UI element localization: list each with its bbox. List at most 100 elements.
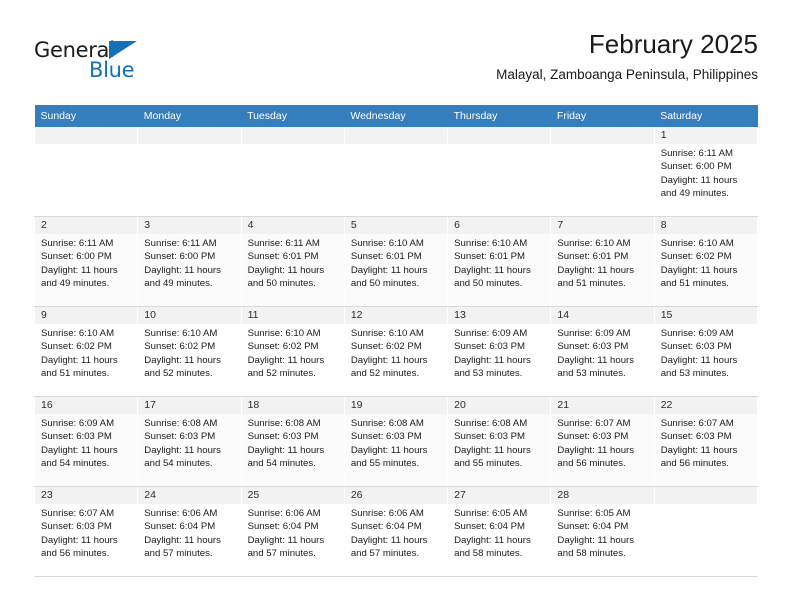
day-number: 7 bbox=[551, 217, 654, 234]
day-cell-inner bbox=[35, 127, 138, 216]
calendar-day-cell[interactable]: 1 Sunrise: 6:11 AM Sunset: 6:00 PM Daylight… bbox=[653, 127, 759, 217]
calendar-day-cell[interactable]: 10 Sunrise: 6:10 AM Sunset: 6:02 PM Dayligh… bbox=[137, 306, 242, 397]
day-details: Sunrise: 6:06 AM Sunset: 6:04 PM Daylight:… bbox=[138, 504, 240, 561]
calendar-day-cell[interactable]: 21 Sunrise: 6:07 AM Sunset: 6:03 PM Dayligh… bbox=[550, 396, 655, 487]
daylight-text-line1: Daylight: 11 hours bbox=[350, 534, 428, 546]
sunrise-text: Sunrise: 6:11 AM bbox=[247, 238, 320, 249]
day-details: Sunrise: 6:10 AM Sunset: 6:02 PM Daylight:… bbox=[35, 324, 137, 381]
calendar-day-cell[interactable]: 3 Sunrise: 6:11 AM Sunset: 6:00 PM Daylight… bbox=[137, 216, 242, 307]
day-number: 1 bbox=[654, 127, 757, 144]
day-details: Sunrise: 6:11 AM Sunset: 6:00 PM Daylight:… bbox=[138, 234, 240, 291]
day-cell-inner: 23 Sunrise: 6:07 AM Sunset: 6:03 PM Dayligh… bbox=[35, 487, 138, 576]
daylight-text-line2: and 53 minutes. bbox=[660, 368, 729, 380]
day-details: Sunrise: 6:06 AM Sunset: 6:04 PM Daylight:… bbox=[345, 504, 447, 561]
sunset-text: Sunset: 6:00 PM bbox=[144, 251, 216, 263]
daylight-text-line2: and 51 minutes. bbox=[660, 278, 729, 290]
day-number: 28 bbox=[551, 487, 654, 504]
day-cell-inner: 26 Sunrise: 6:06 AM Sunset: 6:04 PM Dayligh… bbox=[344, 487, 448, 576]
calendar-day-cell-empty bbox=[343, 127, 449, 217]
calendar-day-cell[interactable]: 11 Sunrise: 6:10 AM Sunset: 6:02 PM Dayligh… bbox=[240, 306, 345, 397]
day-cell-inner: 3 Sunrise: 6:11 AM Sunset: 6:00 PM Daylight… bbox=[138, 217, 241, 306]
calendar-body: 1 Sunrise: 6:11 AM Sunset: 6:00 PM Daylight… bbox=[33, 127, 759, 577]
calendar-day-cell[interactable]: 6 Sunrise: 6:10 AM Sunset: 6:01 PM Daylight… bbox=[447, 216, 552, 307]
sunset-text: Sunset: 6:01 PM bbox=[350, 251, 422, 263]
daylight-text-line1: Daylight: 11 hours bbox=[350, 264, 428, 276]
day-details: Sunrise: 6:09 AM Sunset: 6:03 PM Daylight:… bbox=[551, 324, 653, 381]
daylight-text-line2: and 52 minutes. bbox=[247, 368, 316, 380]
day-number: 20 bbox=[448, 397, 551, 414]
calendar-day-cell[interactable]: 25 Sunrise: 6:06 AM Sunset: 6:04 PM Dayligh… bbox=[240, 486, 345, 577]
sunrise-text: Sunrise: 6:10 AM bbox=[350, 328, 424, 339]
day-cell-inner: 9 Sunrise: 6:10 AM Sunset: 6:02 PM Daylight… bbox=[35, 307, 138, 396]
calendar-day-cell[interactable]: 15 Sunrise: 6:09 AM Sunset: 6:03 PM Dayligh… bbox=[653, 306, 759, 397]
day-cell-inner: 5 Sunrise: 6:10 AM Sunset: 6:01 PM Daylight… bbox=[344, 217, 448, 306]
calendar-table: Sunday Monday Tuesday Wednesday Thursday… bbox=[33, 105, 759, 577]
calendar-day-cell[interactable]: 18 Sunrise: 6:08 AM Sunset: 6:03 PM Dayligh… bbox=[240, 396, 345, 487]
day-cell-inner: 6 Sunrise: 6:10 AM Sunset: 6:01 PM Daylight… bbox=[448, 217, 551, 306]
daylight-text-line1: Daylight: 11 hours bbox=[557, 264, 635, 276]
title-block: February 2025 Malayal, Zamboanga Peninsu… bbox=[496, 28, 758, 86]
sunset-text: Sunset: 6:03 PM bbox=[454, 431, 526, 443]
weekday-header-sunday: Sunday bbox=[34, 105, 138, 127]
sunset-text: Sunset: 6:01 PM bbox=[247, 251, 319, 263]
weekday-header-monday: Monday bbox=[137, 105, 242, 127]
day-details: Sunrise: 6:06 AM Sunset: 6:04 PM Daylight:… bbox=[242, 504, 344, 561]
sunset-text: Sunset: 6:04 PM bbox=[454, 521, 526, 533]
day-number bbox=[654, 487, 757, 504]
sunrise-text: Sunrise: 6:10 AM bbox=[454, 238, 528, 249]
calendar-day-cell[interactable]: 22 Sunrise: 6:07 AM Sunset: 6:03 PM Dayligh… bbox=[653, 396, 759, 487]
day-number: 14 bbox=[551, 307, 654, 324]
day-cell-inner: 20 Sunrise: 6:08 AM Sunset: 6:03 PM Dayligh… bbox=[448, 397, 551, 486]
sunset-text: Sunset: 6:01 PM bbox=[454, 251, 526, 263]
sunrise-text: Sunrise: 6:06 AM bbox=[350, 508, 424, 519]
calendar-day-cell[interactable]: 9 Sunrise: 6:10 AM Sunset: 6:02 PM Daylight… bbox=[33, 306, 139, 397]
calendar-day-cell[interactable]: 26 Sunrise: 6:06 AM Sunset: 6:04 PM Dayligh… bbox=[343, 486, 449, 577]
calendar-day-cell[interactable]: 14 Sunrise: 6:09 AM Sunset: 6:03 PM Dayligh… bbox=[550, 306, 655, 397]
calendar-day-cell[interactable]: 23 Sunrise: 6:07 AM Sunset: 6:03 PM Dayligh… bbox=[33, 486, 139, 577]
calendar-day-cell[interactable]: 5 Sunrise: 6:10 AM Sunset: 6:01 PM Daylight… bbox=[343, 216, 449, 307]
daylight-text-line2: and 58 minutes. bbox=[557, 548, 626, 560]
sunset-text: Sunset: 6:04 PM bbox=[144, 521, 216, 533]
sunrise-text: Sunrise: 6:08 AM bbox=[350, 418, 424, 429]
calendar-day-cell[interactable]: 27 Sunrise: 6:05 AM Sunset: 6:04 PM Dayligh… bbox=[447, 486, 552, 577]
sunset-text: Sunset: 6:03 PM bbox=[557, 341, 629, 353]
calendar-day-cell[interactable]: 12 Sunrise: 6:10 AM Sunset: 6:02 PM Dayligh… bbox=[343, 306, 449, 397]
daylight-text-line2: and 57 minutes. bbox=[247, 548, 316, 560]
calendar-week-row: 9 Sunrise: 6:10 AM Sunset: 6:02 PM Daylight… bbox=[33, 306, 759, 397]
day-details: Sunrise: 6:10 AM Sunset: 6:01 PM Daylight:… bbox=[448, 234, 550, 291]
calendar-day-cell[interactable]: 2 Sunrise: 6:11 AM Sunset: 6:00 PM Daylight… bbox=[33, 216, 139, 307]
calendar-day-cell[interactable]: 19 Sunrise: 6:08 AM Sunset: 6:03 PM Dayligh… bbox=[343, 396, 449, 487]
day-cell-inner: 24 Sunrise: 6:06 AM Sunset: 6:04 PM Dayligh… bbox=[138, 487, 241, 576]
calendar-day-cell[interactable]: 17 Sunrise: 6:08 AM Sunset: 6:03 PM Dayligh… bbox=[137, 396, 242, 487]
daylight-text-line1: Daylight: 11 hours bbox=[247, 444, 325, 456]
day-cell-inner: 18 Sunrise: 6:08 AM Sunset: 6:03 PM Dayligh… bbox=[241, 397, 344, 486]
calendar-day-cell[interactable]: 13 Sunrise: 6:09 AM Sunset: 6:03 PM Dayligh… bbox=[447, 306, 552, 397]
day-details: Sunrise: 6:09 AM Sunset: 6:03 PM Daylight:… bbox=[655, 324, 757, 381]
sunset-text: Sunset: 6:02 PM bbox=[350, 341, 422, 353]
calendar-day-cell[interactable]: 24 Sunrise: 6:06 AM Sunset: 6:04 PM Dayligh… bbox=[137, 486, 242, 577]
day-details: Sunrise: 6:08 AM Sunset: 6:03 PM Daylight:… bbox=[448, 414, 550, 471]
day-details: Sunrise: 6:09 AM Sunset: 6:03 PM Daylight:… bbox=[35, 414, 137, 471]
sunset-text: Sunset: 6:03 PM bbox=[144, 431, 216, 443]
logo-triangle-icon bbox=[109, 41, 137, 59]
day-cell-inner: 10 Sunrise: 6:10 AM Sunset: 6:02 PM Dayligh… bbox=[138, 307, 241, 396]
sunset-text: Sunset: 6:02 PM bbox=[247, 341, 319, 353]
day-details: Sunrise: 6:10 AM Sunset: 6:02 PM Daylight:… bbox=[242, 324, 344, 381]
daylight-text-line1: Daylight: 11 hours bbox=[144, 354, 221, 366]
day-details: Sunrise: 6:05 AM Sunset: 6:04 PM Daylight:… bbox=[551, 504, 653, 561]
day-cell-inner: 2 Sunrise: 6:11 AM Sunset: 6:00 PM Daylight… bbox=[35, 217, 138, 306]
calendar-day-cell[interactable]: 8 Sunrise: 6:10 AM Sunset: 6:02 PM Daylight… bbox=[653, 216, 759, 307]
generalblue-logo[interactable]: General Blue bbox=[34, 38, 214, 90]
daylight-text-line2: and 54 minutes. bbox=[247, 458, 316, 470]
day-number bbox=[138, 127, 241, 144]
calendar-day-cell[interactable]: 7 Sunrise: 6:10 AM Sunset: 6:01 PM Daylight… bbox=[550, 216, 655, 307]
calendar-day-cell[interactable]: 20 Sunrise: 6:08 AM Sunset: 6:03 PM Dayligh… bbox=[447, 396, 552, 487]
day-number: 16 bbox=[35, 397, 138, 414]
calendar-day-cell[interactable]: 16 Sunrise: 6:09 AM Sunset: 6:03 PM Dayligh… bbox=[33, 396, 139, 487]
calendar-day-cell[interactable]: 4 Sunrise: 6:11 AM Sunset: 6:01 PM Daylight… bbox=[240, 216, 345, 307]
daylight-text-line2: and 51 minutes. bbox=[557, 278, 626, 290]
sunrise-text: Sunrise: 6:07 AM bbox=[557, 418, 631, 429]
daylight-text-line2: and 52 minutes. bbox=[144, 368, 213, 380]
day-cell-inner: 4 Sunrise: 6:11 AM Sunset: 6:01 PM Daylight… bbox=[241, 217, 344, 306]
calendar-day-cell[interactable]: 28 Sunrise: 6:05 AM Sunset: 6:04 PM Dayligh… bbox=[550, 486, 655, 577]
